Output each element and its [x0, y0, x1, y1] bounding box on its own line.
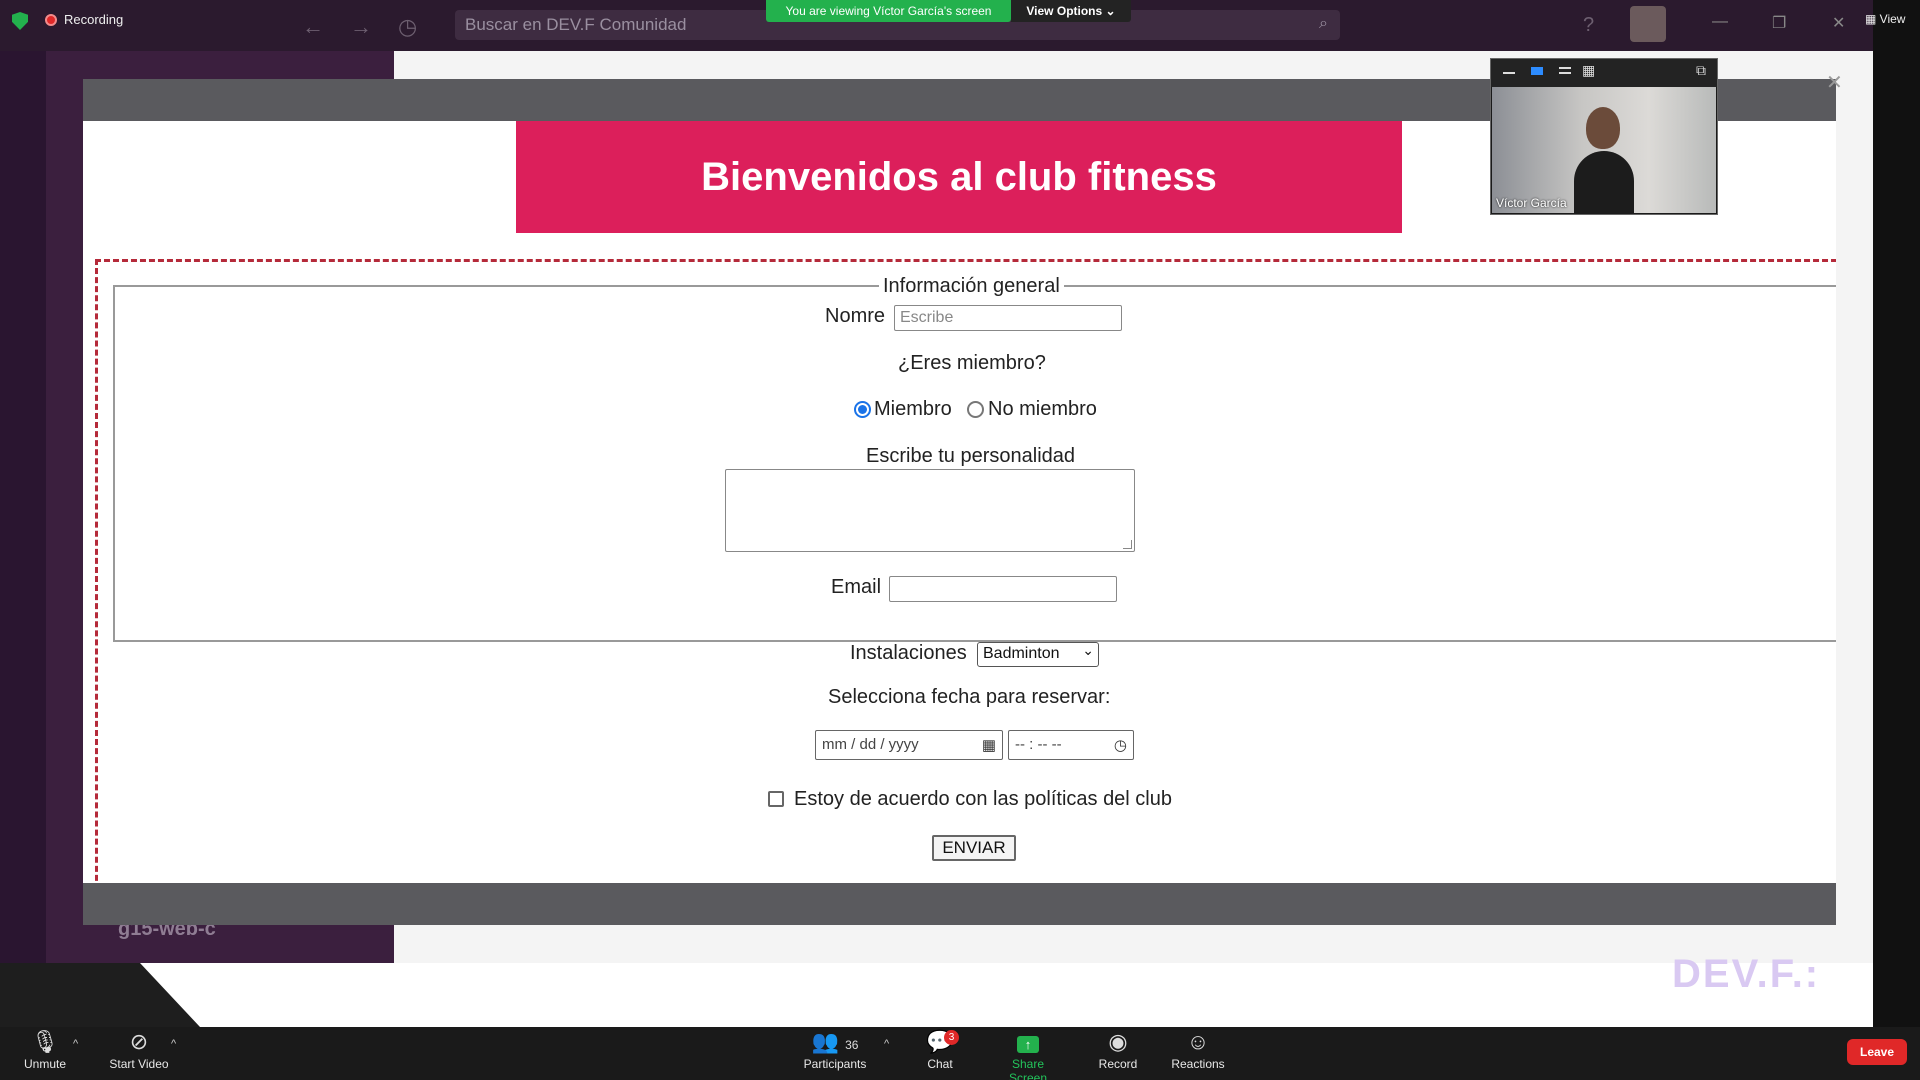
page-banner: Bienvenidos al club fitness: [516, 121, 1402, 233]
chat-label: Chat: [927, 1057, 953, 1071]
security-shield-icon[interactable]: [12, 12, 28, 30]
slack-workspace-rail: [0, 51, 46, 963]
radio-member-label: Miembro: [874, 398, 952, 420]
zoom-top-bar: Recording You are viewing Víctor García'…: [0, 0, 1920, 42]
submit-button[interactable]: ENVIAR: [932, 835, 1016, 861]
exit-minimize-icon[interactable]: ⧉: [1696, 62, 1706, 79]
zoom-toolbar: 🎙 Unmute ⊘ Start Video 👥 36 Participants…: [0, 1027, 1920, 1080]
facilities-label: Instalaciones: [850, 642, 967, 664]
record-icon: ◉: [1108, 1029, 1128, 1054]
facilities-select[interactable]: Badminton ⌄: [977, 642, 1099, 667]
share-screen-icon: ↑: [992, 1029, 1064, 1055]
devf-logo: DEV.F.:: [1672, 952, 1821, 996]
participants-options-caret-icon[interactable]: ^: [884, 1038, 889, 1050]
radio-non-member[interactable]: [967, 401, 984, 418]
viewing-screen-banner: You are viewing Víctor García's screen: [766, 0, 1011, 22]
zoom-view-button[interactable]: ▦ View: [1865, 12, 1905, 26]
video-tile-toolbar: ▦ ⧉: [1491, 59, 1717, 87]
reaction-emoji-icon: ☺: [1186, 1029, 1210, 1054]
fieldset-legend: Información general: [879, 275, 1064, 298]
member-question: ¿Eres miembro?: [898, 352, 1046, 374]
facilities-selected-value: Badminton: [983, 645, 1060, 662]
name-input[interactable]: Escribe: [894, 305, 1122, 331]
slack-bottom-area: [0, 963, 1873, 1027]
personality-label: Escribe tu personalidad: [866, 445, 1076, 467]
time-placeholder: -- : -- --: [1015, 736, 1062, 753]
view-options-label: View Options: [1026, 4, 1103, 18]
personality-textarea[interactable]: [725, 469, 1135, 552]
speaker-view-icon[interactable]: [1531, 67, 1543, 75]
unmute-label: Unmute: [23, 1057, 67, 1071]
agree-checkbox[interactable]: [768, 791, 784, 807]
webpage: Bienvenidos al club fitness Información …: [83, 121, 1836, 883]
zoom-view-label: View: [1879, 12, 1906, 26]
zoom-window: ← → ◷ Buscar en DEV.F Comunidad ⌕ ? — ❐ …: [0, 0, 1920, 1080]
date-label: Selecciona fecha para reservar:: [828, 686, 1111, 708]
reactions-button[interactable]: ☺ Reactions: [1170, 1029, 1226, 1071]
record-button[interactable]: ◉ Record: [1096, 1029, 1140, 1071]
recording-label: Recording: [64, 12, 124, 27]
radio-non-member-label: No miembro: [988, 398, 1097, 420]
participant-figure: [1574, 107, 1634, 213]
participant-body: [1574, 151, 1634, 213]
participant-name: Víctor García: [1496, 196, 1567, 210]
participants-label: Participants: [803, 1057, 867, 1071]
email-input[interactable]: [889, 576, 1117, 602]
participant-head: [1586, 107, 1620, 149]
share-screen-button[interactable]: ↑ Share Screen: [992, 1029, 1064, 1080]
start-video-label: Start Video: [109, 1057, 169, 1071]
view-options-button[interactable]: View Options ⌄: [1011, 0, 1131, 22]
chevron-down-icon: ⌄: [1082, 642, 1094, 658]
audio-options-caret-icon[interactable]: ^: [73, 1038, 78, 1050]
strip-view-icon[interactable]: [1559, 67, 1571, 74]
participant-video: [1492, 87, 1716, 213]
participants-count: 36: [845, 1038, 859, 1052]
leave-button[interactable]: Leave: [1847, 1039, 1907, 1065]
participants-button[interactable]: 👥 36 Participants: [800, 1029, 870, 1071]
start-video-button[interactable]: ⊘ Start Video: [106, 1029, 172, 1071]
unmute-button[interactable]: 🎙 Unmute: [22, 1029, 68, 1071]
popup-footer: [83, 883, 1836, 925]
record-label: Record: [1098, 1057, 1138, 1071]
video-tile[interactable]: ▦ ⧉ Víctor García: [1490, 58, 1718, 215]
recording-dot-icon: [45, 14, 57, 26]
date-placeholder: mm / dd / yyyy: [822, 736, 919, 753]
popup-close-icon[interactable]: ✕: [1826, 70, 1843, 95]
name-input-placeholder: Escribe: [900, 309, 954, 326]
calendar-icon[interactable]: ▦: [982, 736, 996, 754]
minimize-video-icon[interactable]: [1503, 72, 1515, 74]
date-input[interactable]: mm / dd / yyyy ▦: [815, 730, 1003, 760]
grid-icon: ▦: [1865, 12, 1880, 26]
radio-member[interactable]: [854, 401, 871, 418]
name-label: Nomre: [825, 305, 886, 327]
participants-icon: 👥 36: [811, 1029, 859, 1054]
video-options-caret-icon[interactable]: ^: [171, 1038, 176, 1050]
share-screen-label: Share Screen: [1008, 1057, 1048, 1080]
page-title: Bienvenidos al club fitness: [701, 154, 1217, 199]
clock-icon[interactable]: ◷: [1114, 736, 1127, 754]
microphone-muted-icon: 🎙: [31, 1029, 59, 1054]
email-label: Email: [831, 576, 882, 598]
agree-label: Estoy de acuerdo con las políticas del c…: [794, 788, 1172, 810]
chat-unread-badge: 3: [944, 1030, 959, 1045]
video-camera-off-icon: ⊘: [129, 1029, 149, 1054]
time-input[interactable]: -- : -- -- ◷: [1008, 730, 1134, 760]
chevron-down-icon: ⌄: [1105, 4, 1116, 18]
reactions-label: Reactions: [1171, 1057, 1225, 1071]
gallery-view-icon[interactable]: ▦: [1582, 62, 1595, 79]
